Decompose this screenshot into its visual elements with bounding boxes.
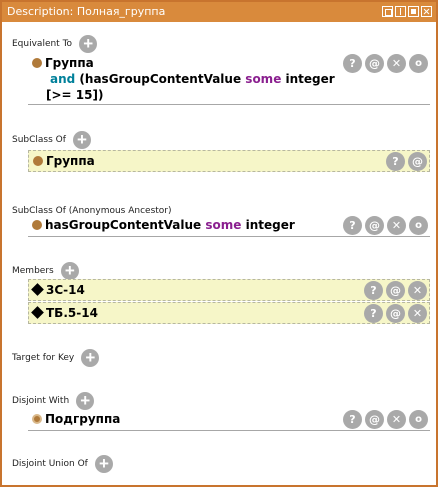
disjoint-union-of-label: Disjoint Union Of xyxy=(12,458,88,469)
annotate-icon[interactable]: @ xyxy=(365,54,384,73)
member-item: ТБ.5-14 xyxy=(31,305,98,321)
add-member-icon[interactable]: + xyxy=(60,261,79,280)
section-subclass-of: SubClass Of + xyxy=(12,129,92,149)
member-actions: ? @ ✕ xyxy=(364,304,427,323)
explain-icon[interactable]: ? xyxy=(364,281,383,300)
class-icon xyxy=(32,414,42,424)
annotate-icon[interactable]: @ xyxy=(408,152,427,171)
add-equivalent-icon[interactable]: + xyxy=(79,34,98,53)
delete-icon[interactable]: ✕ xyxy=(387,216,406,235)
explain-icon[interactable]: ? xyxy=(343,410,362,429)
description-panel: Description: Полная_группа Equivalent To… xyxy=(0,0,438,487)
explain-icon[interactable]: ? xyxy=(386,152,405,171)
add-key-icon[interactable]: + xyxy=(81,348,100,367)
anon-actions: ? @ ✕ o xyxy=(343,216,428,235)
window-controls xyxy=(382,6,432,17)
delete-icon[interactable]: ✕ xyxy=(408,281,427,300)
maximize-window-icon[interactable] xyxy=(408,6,419,17)
section-equivalent-to: Equivalent To + xyxy=(12,33,98,53)
individual-icon xyxy=(31,306,44,319)
section-target-for-key: Target for Key + xyxy=(12,347,100,367)
subclass-anon-label: SubClass Of (Anonymous Ancestor) xyxy=(12,205,172,216)
subclass-of-label: SubClass Of xyxy=(12,134,66,145)
member-item: 3С-14 xyxy=(31,282,85,298)
float-window-icon[interactable] xyxy=(382,6,393,17)
annotate-icon[interactable]: @ xyxy=(386,281,405,300)
section-disjoint-union-of: Disjoint Union Of + xyxy=(12,453,113,473)
members-label: Members xyxy=(12,265,54,276)
subclass-row[interactable]: Группа ? @ xyxy=(28,150,430,172)
add-disjoint-union-icon[interactable]: + xyxy=(94,454,113,473)
member-row[interactable]: ТБ.5-14 ? @ ✕ xyxy=(28,302,430,324)
section-disjoint-with: Disjoint With + xyxy=(12,390,95,410)
delete-icon[interactable]: ✕ xyxy=(387,54,406,73)
edit-icon[interactable]: o xyxy=(409,54,428,73)
member-actions: ? @ ✕ xyxy=(364,281,427,300)
individual-icon xyxy=(31,283,44,296)
explain-icon[interactable]: ? xyxy=(343,216,362,235)
window-title: Description: Полная_группа xyxy=(7,5,166,18)
disjoint-with-label: Disjoint With xyxy=(12,395,70,406)
close-window-icon[interactable] xyxy=(421,6,432,17)
delete-icon[interactable]: ✕ xyxy=(387,410,406,429)
anon-ancestor-expression: hasGroupContentValue some integer xyxy=(32,217,295,233)
edit-icon[interactable]: o xyxy=(409,216,428,235)
split-window-icon[interactable] xyxy=(395,6,406,17)
equivalent-expression: Группа and (hasGroupContentValue some in… xyxy=(32,55,335,103)
explain-icon[interactable]: ? xyxy=(364,304,383,323)
disjoint-item: Подгруппа xyxy=(32,411,120,427)
annotate-icon[interactable]: @ xyxy=(386,304,405,323)
subclass-item: Группа xyxy=(33,153,95,169)
target-for-key-label: Target for Key xyxy=(12,352,75,363)
anon-ancestor-row[interactable]: hasGroupContentValue some integer ? @ ✕ … xyxy=(28,215,430,237)
explain-icon[interactable]: ? xyxy=(343,54,362,73)
member-row[interactable]: 3С-14 ? @ ✕ xyxy=(28,279,430,301)
title-bar: Description: Полная_группа xyxy=(2,2,436,22)
edit-icon[interactable]: o xyxy=(409,410,428,429)
class-icon xyxy=(32,220,42,230)
annotate-icon[interactable]: @ xyxy=(365,216,384,235)
equivalent-to-label: Equivalent To xyxy=(12,38,73,49)
add-disjoint-icon[interactable]: + xyxy=(76,391,95,410)
annotate-icon[interactable]: @ xyxy=(365,410,384,429)
subclass-actions: ? @ xyxy=(386,152,427,171)
class-icon xyxy=(33,156,43,166)
equivalent-row[interactable]: Группа and (hasGroupContentValue some in… xyxy=(28,53,430,105)
section-members: Members + xyxy=(12,260,79,280)
add-subclass-icon[interactable]: + xyxy=(73,130,92,149)
delete-icon[interactable]: ✕ xyxy=(408,304,427,323)
disjoint-row[interactable]: Подгруппа ? @ ✕ o xyxy=(28,409,430,431)
class-icon xyxy=(32,58,42,68)
equivalent-actions: ? @ ✕ o xyxy=(343,54,428,73)
disjoint-actions: ? @ ✕ o xyxy=(343,410,428,429)
